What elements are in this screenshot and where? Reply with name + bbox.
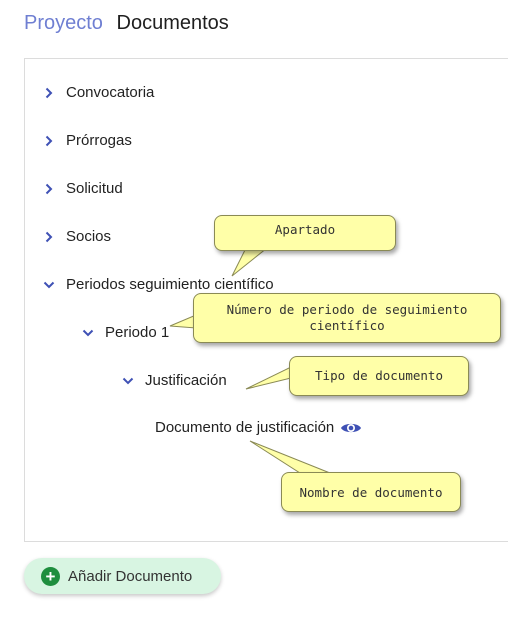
callout-text: Número de periodo de seguimiento científ…	[226, 302, 468, 333]
add-document-label: Añadir Documento	[68, 567, 193, 585]
callout-tipo-documento: Tipo de documento	[289, 356, 469, 396]
callout-numero-periodo: Número de periodo de seguimiento científ…	[193, 293, 501, 343]
plus-circle-icon: +	[41, 566, 60, 586]
callout-text: Apartado	[274, 222, 336, 237]
callout-pointer-nombre-documento	[249, 440, 331, 474]
callout-pointer-tipo-documento	[245, 366, 292, 390]
add-document-button[interactable]: + Añadir Documento	[24, 558, 221, 594]
callout-nombre-documento: Nombre de documento	[281, 472, 461, 512]
callout-apartado: Apartado	[214, 215, 396, 251]
callout-text: Tipo de documento	[315, 368, 443, 383]
callout-text: Nombre de documento	[299, 485, 443, 500]
